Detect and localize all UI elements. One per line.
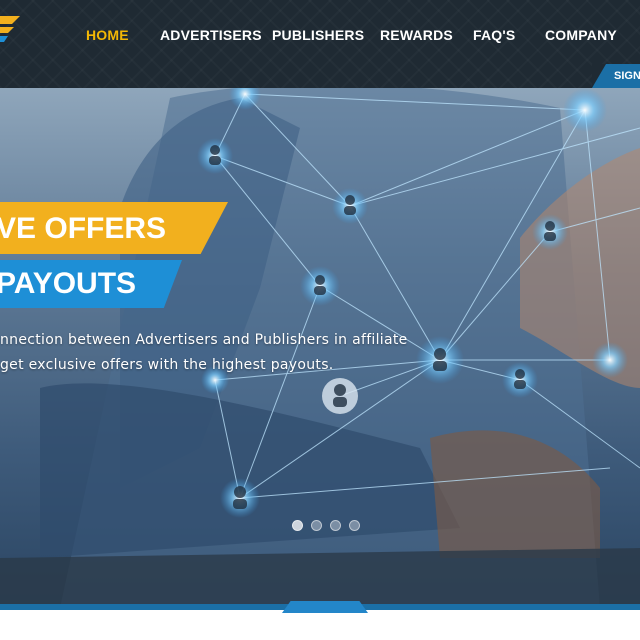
hero-banner-primary: VE OFFERS <box>0 202 228 254</box>
signup-button[interactable]: SIGN <box>592 64 640 88</box>
hero-banner-secondary: PAYOUTS <box>0 260 182 308</box>
slide-dot-3[interactable] <box>330 520 341 531</box>
signup-label: SIGN <box>614 70 640 82</box>
nav-company[interactable]: COMPANY <box>545 27 617 43</box>
nav-advertisers[interactable]: ADVERTISERS <box>160 27 262 43</box>
hero-slider: VE OFFERS PAYOUTS nnection between Adver… <box>0 88 640 608</box>
slide-dot-2[interactable] <box>311 520 322 531</box>
nav-faqs[interactable]: FAQ'S <box>473 27 515 43</box>
hero-headline-line1: VE OFFERS <box>0 212 167 245</box>
top-navigation: HOME ADVERTISERS PUBLISHERS REWARDS FAQ'… <box>0 0 640 88</box>
hero-description-line1: nnection between Advertisers and Publish… <box>0 332 408 348</box>
hero-headline-line2: PAYOUTS <box>0 267 137 300</box>
nav-publishers[interactable]: PUBLISHERS <box>272 27 364 43</box>
logo-chevron-icon[interactable] <box>0 12 28 46</box>
slide-dot-4[interactable] <box>349 520 360 531</box>
slider-pagination <box>292 520 360 531</box>
nav-rewards[interactable]: REWARDS <box>380 27 453 43</box>
nav-home[interactable]: HOME <box>86 27 129 43</box>
bottom-accent-notch <box>282 601 368 613</box>
hero-description-line2: get exclusive offers with the highest pa… <box>0 357 334 373</box>
slide-dot-1[interactable] <box>292 520 303 531</box>
